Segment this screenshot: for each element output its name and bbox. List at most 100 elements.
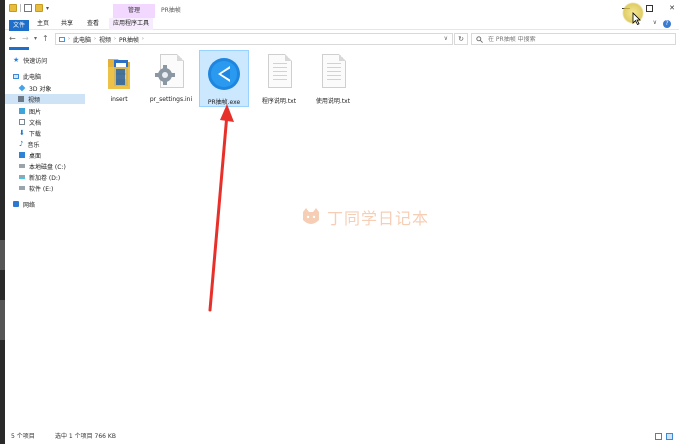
file-name: pr_settings.ini xyxy=(149,96,193,103)
breadcrumb-this-pc[interactable]: 此电脑 xyxy=(73,35,91,44)
refresh-icon: ↻ xyxy=(458,35,464,43)
navigation-pane: ★ 快速访问 此电脑 3D 对象 视频 图片 文档 ⬇ 下载 ♪ 音乐 桌面 本… xyxy=(5,50,85,430)
file-item-usage-notes[interactable]: 使用说明.txt xyxy=(308,50,358,107)
sidebar-item-downloads[interactable]: ⬇ 下载 xyxy=(19,128,91,138)
address-row: ← → ▾ ↑ › 此电脑 › 视频 › PR抽帧 › ∨ ↻ xyxy=(5,31,679,47)
chevron-down-icon[interactable]: ▾ xyxy=(46,5,49,12)
tab-view[interactable]: 查看 xyxy=(85,18,101,30)
title-bar: ▾ 管理 PR抽帧 ✕ xyxy=(5,0,679,18)
new-folder-icon[interactable] xyxy=(35,4,43,12)
breadcrumb-pr-folder[interactable]: PR抽帧 xyxy=(119,35,139,44)
selection-info: 选中 1 个项目 766 KB xyxy=(55,433,116,440)
sidebar-item-3d-objects[interactable]: 3D 对象 xyxy=(18,83,91,93)
sidebar-item-label: 本地磁盘 (C:) xyxy=(29,163,66,171)
sidebar-item-label: 音乐 xyxy=(27,141,40,149)
tab-home[interactable]: 主页 xyxy=(35,18,51,30)
folder-icon xyxy=(102,53,136,93)
computer-icon xyxy=(59,36,65,42)
sidebar-item-pictures[interactable]: 图片 xyxy=(19,106,91,116)
annotation-arrow xyxy=(208,104,234,312)
sidebar-item-label: 图片 xyxy=(29,108,42,116)
sidebar-item-label: 文档 xyxy=(29,119,42,127)
sidebar-item-videos[interactable]: 视频 xyxy=(5,94,85,104)
file-item-pr-settings[interactable]: pr_settings.ini xyxy=(146,50,196,107)
sidebar-item-label: 下载 xyxy=(28,130,41,138)
sidebar-item-drive-e[interactable]: 软件 (E:) xyxy=(19,183,91,193)
sidebar-item-this-pc[interactable]: 此电脑 xyxy=(13,71,85,81)
tab-share[interactable]: 共享 xyxy=(59,18,75,30)
refresh-button[interactable]: ↻ xyxy=(454,33,468,45)
music-icon: ♪ xyxy=(19,140,24,148)
file-item-program-notes[interactable]: 程序说明.txt xyxy=(254,50,304,107)
sidebar-item-drive-c[interactable]: 本地磁盘 (C:) xyxy=(19,161,91,171)
sidebar-item-label: 新加卷 (D:) xyxy=(29,174,61,182)
maximize-icon[interactable] xyxy=(646,4,654,12)
recent-locations-icon[interactable]: ▾ xyxy=(34,33,37,45)
desktop-icon xyxy=(19,152,25,158)
back-arrow-icon[interactable]: ← xyxy=(9,33,16,45)
sidebar-item-label: 视频 xyxy=(28,96,41,104)
sidebar-item-label: 网络 xyxy=(23,201,36,209)
sidebar-item-drive-d[interactable]: 新加卷 (D:) xyxy=(19,172,91,182)
gear-icon xyxy=(155,65,175,85)
drive-icon xyxy=(19,186,25,190)
address-bar[interactable]: › 此电脑 › 视频 › PR抽帧 › ∨ xyxy=(55,33,453,45)
chevron-right-icon: › xyxy=(68,36,70,42)
sidebar-item-network[interactable]: 网络 xyxy=(13,199,85,209)
pictures-icon xyxy=(19,108,25,114)
sidebar-item-label: 此电脑 xyxy=(23,73,42,81)
window-title: PR抽帧 xyxy=(161,7,181,14)
sidebar-item-quick-access[interactable]: ★ 快速访问 xyxy=(13,55,85,65)
file-name: 程序说明.txt xyxy=(261,98,297,105)
downloads-icon: ⬇ xyxy=(19,129,25,137)
forward-arrow-icon[interactable]: → xyxy=(22,33,29,45)
large-icons-view-icon[interactable] xyxy=(666,433,673,440)
sidebar-item-documents[interactable]: 文档 xyxy=(19,117,91,127)
file-item-pr-exe[interactable]: PR抽帧.exe xyxy=(199,50,249,107)
divider xyxy=(20,4,21,12)
tab-application-tools[interactable]: 应用程序工具 xyxy=(109,18,153,30)
sidebar-item-music[interactable]: ♪ 音乐 xyxy=(19,139,91,149)
close-icon[interactable]: ✕ xyxy=(669,4,675,12)
text-file-icon xyxy=(262,53,296,93)
sidebar-item-label: 快速访问 xyxy=(23,57,48,65)
search-input[interactable] xyxy=(488,35,658,43)
file-item-insert[interactable]: insert xyxy=(94,50,144,107)
chevron-right-icon: › xyxy=(94,36,97,42)
chevron-down-icon[interactable]: ∨ xyxy=(444,34,448,44)
app-play-icon xyxy=(207,54,241,94)
chevron-right-icon: › xyxy=(114,36,117,42)
expand-ribbon-icon[interactable]: ∨ xyxy=(653,19,657,26)
details-view-icon[interactable] xyxy=(655,433,662,440)
file-name: insert xyxy=(110,96,128,103)
file-explorer-window: ▾ 管理 PR抽帧 ✕ 文件 主页 共享 查看 应用程序工具 ∨ ? ← → ▾… xyxy=(0,0,679,444)
properties-icon[interactable] xyxy=(24,4,32,12)
watermark: 丁同学日记本 xyxy=(300,205,429,229)
context-tab-manage[interactable]: 管理 xyxy=(113,4,155,18)
dog-logo-icon xyxy=(303,208,319,224)
search-box[interactable] xyxy=(471,33,676,45)
item-count: 5 个项目 xyxy=(11,433,35,440)
help-icon[interactable]: ? xyxy=(663,20,671,28)
chevron-right-icon: › xyxy=(141,36,144,42)
breadcrumb-videos[interactable]: 视频 xyxy=(99,35,111,44)
folder-icon xyxy=(9,4,17,12)
sidebar-item-label: 桌面 xyxy=(29,152,42,160)
ribbon-tabs: 文件 主页 共享 查看 应用程序工具 ∨ ? xyxy=(5,18,679,77)
3d-objects-icon xyxy=(18,84,26,92)
up-arrow-icon[interactable]: ↑ xyxy=(42,33,49,45)
drive-icon xyxy=(19,164,25,168)
sidebar-item-label: 软件 (E:) xyxy=(29,185,54,193)
file-list: insert pr_settings.ini PR抽帧.exe 程序说明.txt… xyxy=(90,48,679,430)
computer-icon xyxy=(13,73,19,79)
watermark-text: 丁同学日记本 xyxy=(327,209,430,228)
videos-icon xyxy=(18,96,24,102)
view-switcher xyxy=(655,433,673,440)
status-bar: 5 个项目 选中 1 个项目 766 KB xyxy=(5,430,679,444)
drive-icon xyxy=(19,175,25,179)
documents-icon xyxy=(19,119,25,125)
network-icon xyxy=(13,201,19,207)
file-name: 使用说明.txt xyxy=(315,98,351,105)
sidebar-item-desktop[interactable]: 桌面 xyxy=(19,150,91,160)
text-file-icon xyxy=(316,53,350,93)
